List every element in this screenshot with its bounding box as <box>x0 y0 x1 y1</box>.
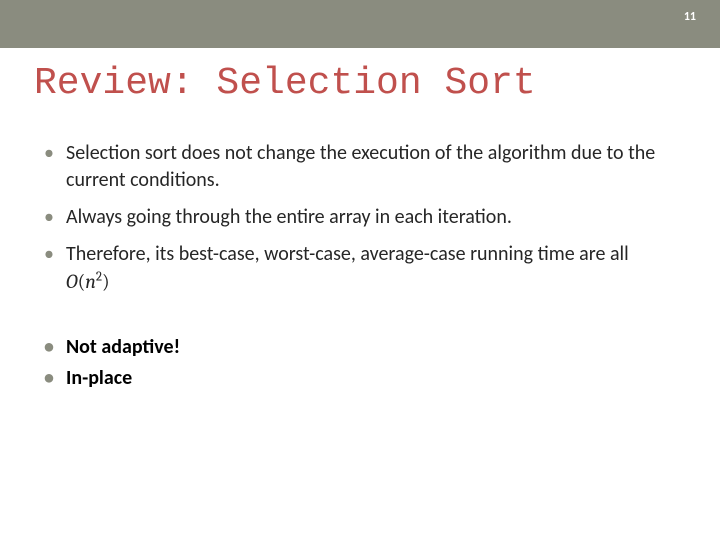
bullet-item: Therefore, its best-case, worst-case, av… <box>44 241 676 296</box>
math-close-paren: ) <box>102 270 110 293</box>
bullet-item-bold: Not adaptive! <box>44 334 676 361</box>
slide: 11 Review: Selection Sort Selection sort… <box>0 0 720 540</box>
bullet-text: Therefore, its best-case, worst-case, av… <box>66 242 629 266</box>
slide-body: Selection sort does not change the execu… <box>44 140 676 402</box>
bullet-item: Selection sort does not change the execu… <box>44 140 676 194</box>
math-n: n <box>85 270 96 293</box>
bullet-list: Selection sort does not change the execu… <box>44 140 676 296</box>
header-bar: 11 <box>0 0 720 48</box>
spacer <box>44 306 676 334</box>
bullet-list-secondary: Not adaptive! In-place <box>44 334 676 392</box>
page-number: 11 <box>684 10 696 24</box>
math-expression: O(n2) <box>66 270 110 293</box>
math-O: O <box>66 270 78 293</box>
slide-title: Review: Selection Sort <box>34 62 536 105</box>
bullet-item: Always going through the entire array in… <box>44 204 676 231</box>
bullet-item-bold: In-place <box>44 365 676 392</box>
